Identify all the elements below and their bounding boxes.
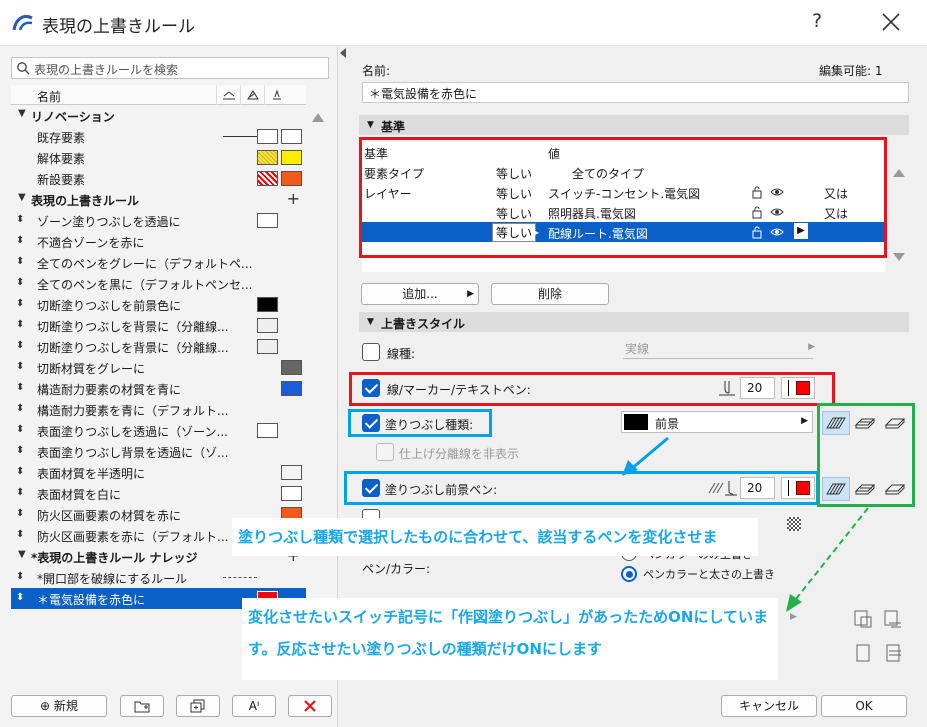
- annotation-note-fill-type: 塗りつぶし種類で選択したものに合わせて、該当するペンを変化させま: [232, 518, 758, 556]
- blue-arrow-icon: [622, 460, 638, 476]
- annotation-note-switch: 変化させたいスイッチ記号に「作図塗りつぶし」があったためONにしていま す。反応…: [242, 598, 778, 680]
- green-arrow-icon: [786, 594, 802, 612]
